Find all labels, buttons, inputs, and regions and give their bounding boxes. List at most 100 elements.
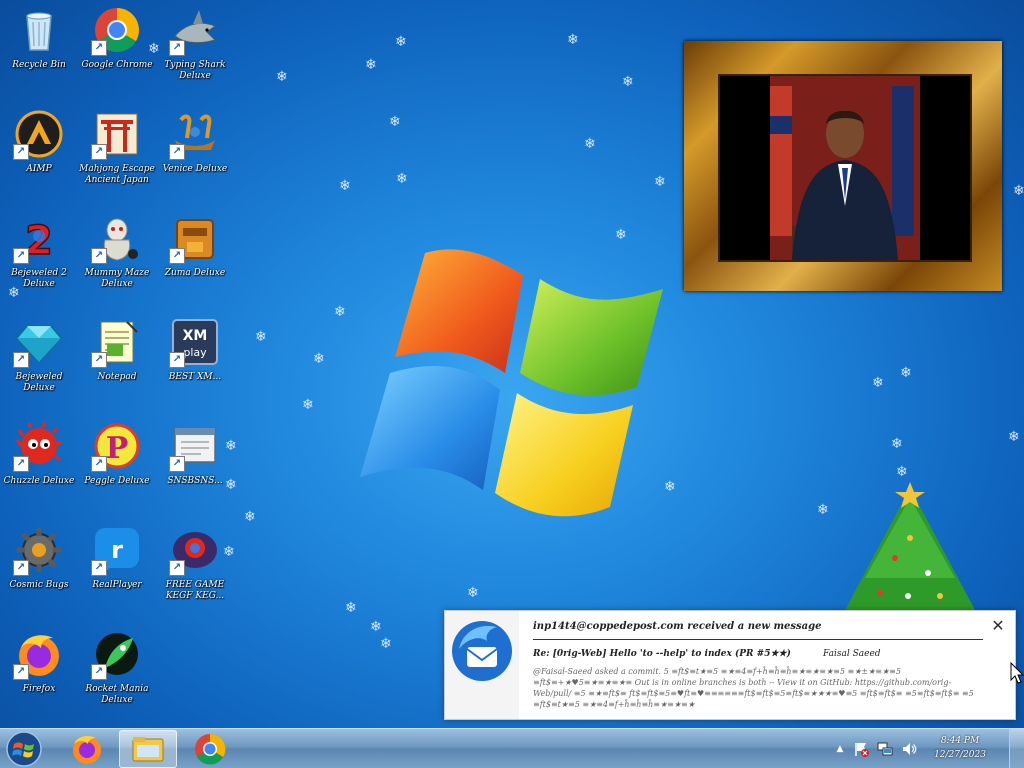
snowflake: ❄ — [380, 636, 392, 652]
christmas-tree-decoration — [845, 482, 975, 610]
windows-logo — [360, 249, 663, 517]
desktop-icon-label: Peggle Deluxe — [84, 476, 150, 486]
desktop-icon-chrome[interactable]: ↗ Google Chrome — [78, 6, 156, 71]
gear-icon: ↗ — [13, 526, 63, 576]
snowflake: ❄ — [896, 464, 908, 480]
snowflake: ❄ — [567, 32, 579, 48]
desktop-icon-aimp[interactable]: ↗ AIMP — [0, 110, 78, 175]
desktop-icon-realplayer[interactable]: r ↗ RealPlayer — [78, 526, 156, 591]
show-hidden-icons-button[interactable]: ▲ — [832, 741, 848, 757]
zuma-icon: ↗ — [169, 214, 219, 264]
desktop-icon-label: BEST XM... — [168, 372, 222, 382]
firefox-icon — [73, 736, 101, 764]
venice-icon: ↗ — [169, 110, 219, 160]
taskbar-firefox-button[interactable] — [58, 730, 116, 768]
desktop-icon-venice[interactable]: ↗ Venice Deluxe — [156, 110, 234, 175]
desktop-background: ❄ ❄ ❄ ❄ ❄ ❄ ❄ ❄ ❄ ❄ ❄ ❄ ❄ ❄ ❄ ❄ ❄ ❄ ❄ ❄ … — [0, 0, 1024, 768]
show-desktop-button[interactable] — [1009, 729, 1024, 768]
rocket-icon: ↗ — [91, 630, 141, 680]
desktop-icon-label: Bejeweled 2 Deluxe — [11, 268, 67, 289]
shortcut-arrow-icon: ↗ — [169, 144, 185, 160]
desktop-icon-bejeweled[interactable]: ↗ Bejeweled Deluxe — [0, 318, 78, 394]
desktop-icon-rocket-mania[interactable]: ↗ Rocket Mania Deluxe — [78, 630, 156, 706]
window-app-icon: ↗ — [169, 422, 219, 472]
clock-date: 12/27/2023 — [934, 750, 986, 760]
mouse-cursor-icon — [1010, 662, 1024, 684]
desktop-icon-chuzzle[interactable]: ↗ Chuzzle Deluxe — [0, 421, 78, 487]
desktop-icon-label: Google Chrome — [81, 60, 153, 70]
shortcut-arrow-icon: ↗ — [91, 560, 107, 576]
desktop-icon-xmplay[interactable]: XM play ↗ BEST XM... — [156, 318, 234, 383]
taskbar: ▲ 8:44 PM 12/27/2023 — [0, 728, 1024, 768]
desktop-icon-zuma[interactable]: ↗ Zuma Deluxe — [156, 214, 234, 279]
desktop-icon-bejeweled-2[interactable]: 2 ↗ Bejeweled 2 Deluxe — [0, 214, 78, 290]
notification-subject: Re: [0rig-Web] Hello 'to --help' to inde… — [533, 649, 791, 659]
torii-gate-icon: ↗ — [91, 110, 141, 160]
shark-icon: ↗ — [169, 6, 219, 56]
start-button[interactable] — [4, 730, 44, 768]
chrome-icon: ↗ — [91, 6, 141, 56]
email-notification-toast[interactable]: inp14t4@coppedepost.com received a new m… — [444, 610, 1016, 720]
desktop-icon-recycle-bin[interactable]: Recycle Bin — [0, 6, 78, 71]
desktop-icon-label: Venice Deluxe — [162, 164, 228, 174]
network-icon[interactable] — [877, 741, 893, 757]
close-icon[interactable]: ✕ — [989, 617, 1007, 635]
snowflake: ❄ — [370, 619, 382, 635]
snowflake: ❄ — [313, 351, 325, 367]
desktop-icon-label: Recycle Bin — [12, 60, 66, 70]
snowflake: ❄ — [467, 585, 479, 601]
shortcut-arrow-icon: ↗ — [13, 560, 29, 576]
svg-text:P: P — [106, 431, 129, 466]
shortcut-arrow-icon: ↗ — [13, 456, 29, 472]
desktop-icon-notepad[interactable]: ↗ Notepad — [78, 318, 156, 383]
svg-text:r: r — [111, 536, 123, 564]
photo-frame-gadget[interactable] — [684, 41, 1002, 291]
clock-time: 8:44 PM — [940, 736, 980, 746]
xmplay-icon: XM play ↗ — [169, 318, 219, 368]
snowflake: ❄ — [276, 69, 288, 85]
desktop-icon-mummy-maze[interactable]: ↗ Mummy Maze Deluxe — [78, 214, 156, 290]
taskbar-chrome-button[interactable] — [181, 730, 239, 768]
snowflake: ❄ — [817, 502, 829, 518]
peggle-icon: P ↗ — [91, 422, 141, 472]
shortcut-arrow-icon: ↗ — [91, 456, 107, 472]
shortcut-arrow-icon: ↗ — [91, 144, 107, 160]
desktop-icon-free-game[interactable]: ↗ FREE GAME KEGF KEG... — [156, 526, 234, 602]
snowflake: ❄ — [244, 509, 256, 525]
system-clock[interactable]: 8:44 PM 12/27/2023 — [930, 734, 990, 762]
shortcut-arrow-icon: ↗ — [169, 456, 185, 472]
notification-icon-pane — [445, 611, 519, 719]
shortcut-arrow-icon: ↗ — [13, 664, 29, 680]
desktop-icon-label: Firefox — [22, 684, 56, 694]
desktop-icon-label: Rocket Mania Deluxe — [85, 684, 149, 705]
shortcut-arrow-icon: ↗ — [169, 560, 185, 576]
desktop-icon-firefox[interactable]: ↗ Firefox — [0, 630, 78, 695]
shortcut-arrow-icon: ↗ — [91, 248, 107, 264]
snowflake: ❄ — [334, 304, 346, 320]
shortcut-arrow-icon: ↗ — [13, 144, 29, 160]
desktop-icon-window-app[interactable]: ↗ SNSBSNS... — [156, 422, 234, 487]
snowflake: ❄ — [255, 329, 267, 345]
volume-icon[interactable] — [901, 741, 917, 757]
desktop-icon-cosmic-bugs[interactable]: ↗ Cosmic Bugs — [0, 526, 78, 591]
snowflake: ❄ — [615, 227, 627, 243]
folder-icon — [132, 737, 164, 762]
snowflake: ❄ — [872, 375, 884, 391]
taskbar-file-explorer-button[interactable] — [119, 730, 177, 768]
desktop-icon-label: AIMP — [26, 164, 52, 174]
desktop-icon-peggle[interactable]: P ↗ Peggle Deluxe — [78, 422, 156, 487]
notification-body-preview: @Faisal-Saeed asked a commit. 5 ≡ft$≡t★≡… — [533, 667, 974, 709]
snowflake: ❄ — [365, 57, 377, 73]
shortcut-arrow-icon: ↗ — [169, 248, 185, 264]
realplayer-icon: r ↗ — [91, 526, 141, 576]
recycle-bin-icon — [15, 6, 63, 54]
desktop-icon-mahjong-escape[interactable]: ↗ Mahjong Escape Ancient Japan — [78, 110, 156, 186]
shortcut-arrow-icon: ↗ — [169, 40, 185, 56]
chrome-icon — [195, 733, 226, 765]
snowflake: ❄ — [584, 136, 596, 152]
desktop-icon-typing-shark[interactable]: ↗ Typing Shark Deluxe — [156, 6, 234, 82]
mummy-icon: ↗ — [91, 214, 141, 264]
shortcut-arrow-icon: ↗ — [169, 352, 185, 368]
action-center-flag-icon[interactable] — [853, 741, 869, 757]
notification-title: inp14t4@coppedepost.com received a new m… — [533, 621, 983, 640]
